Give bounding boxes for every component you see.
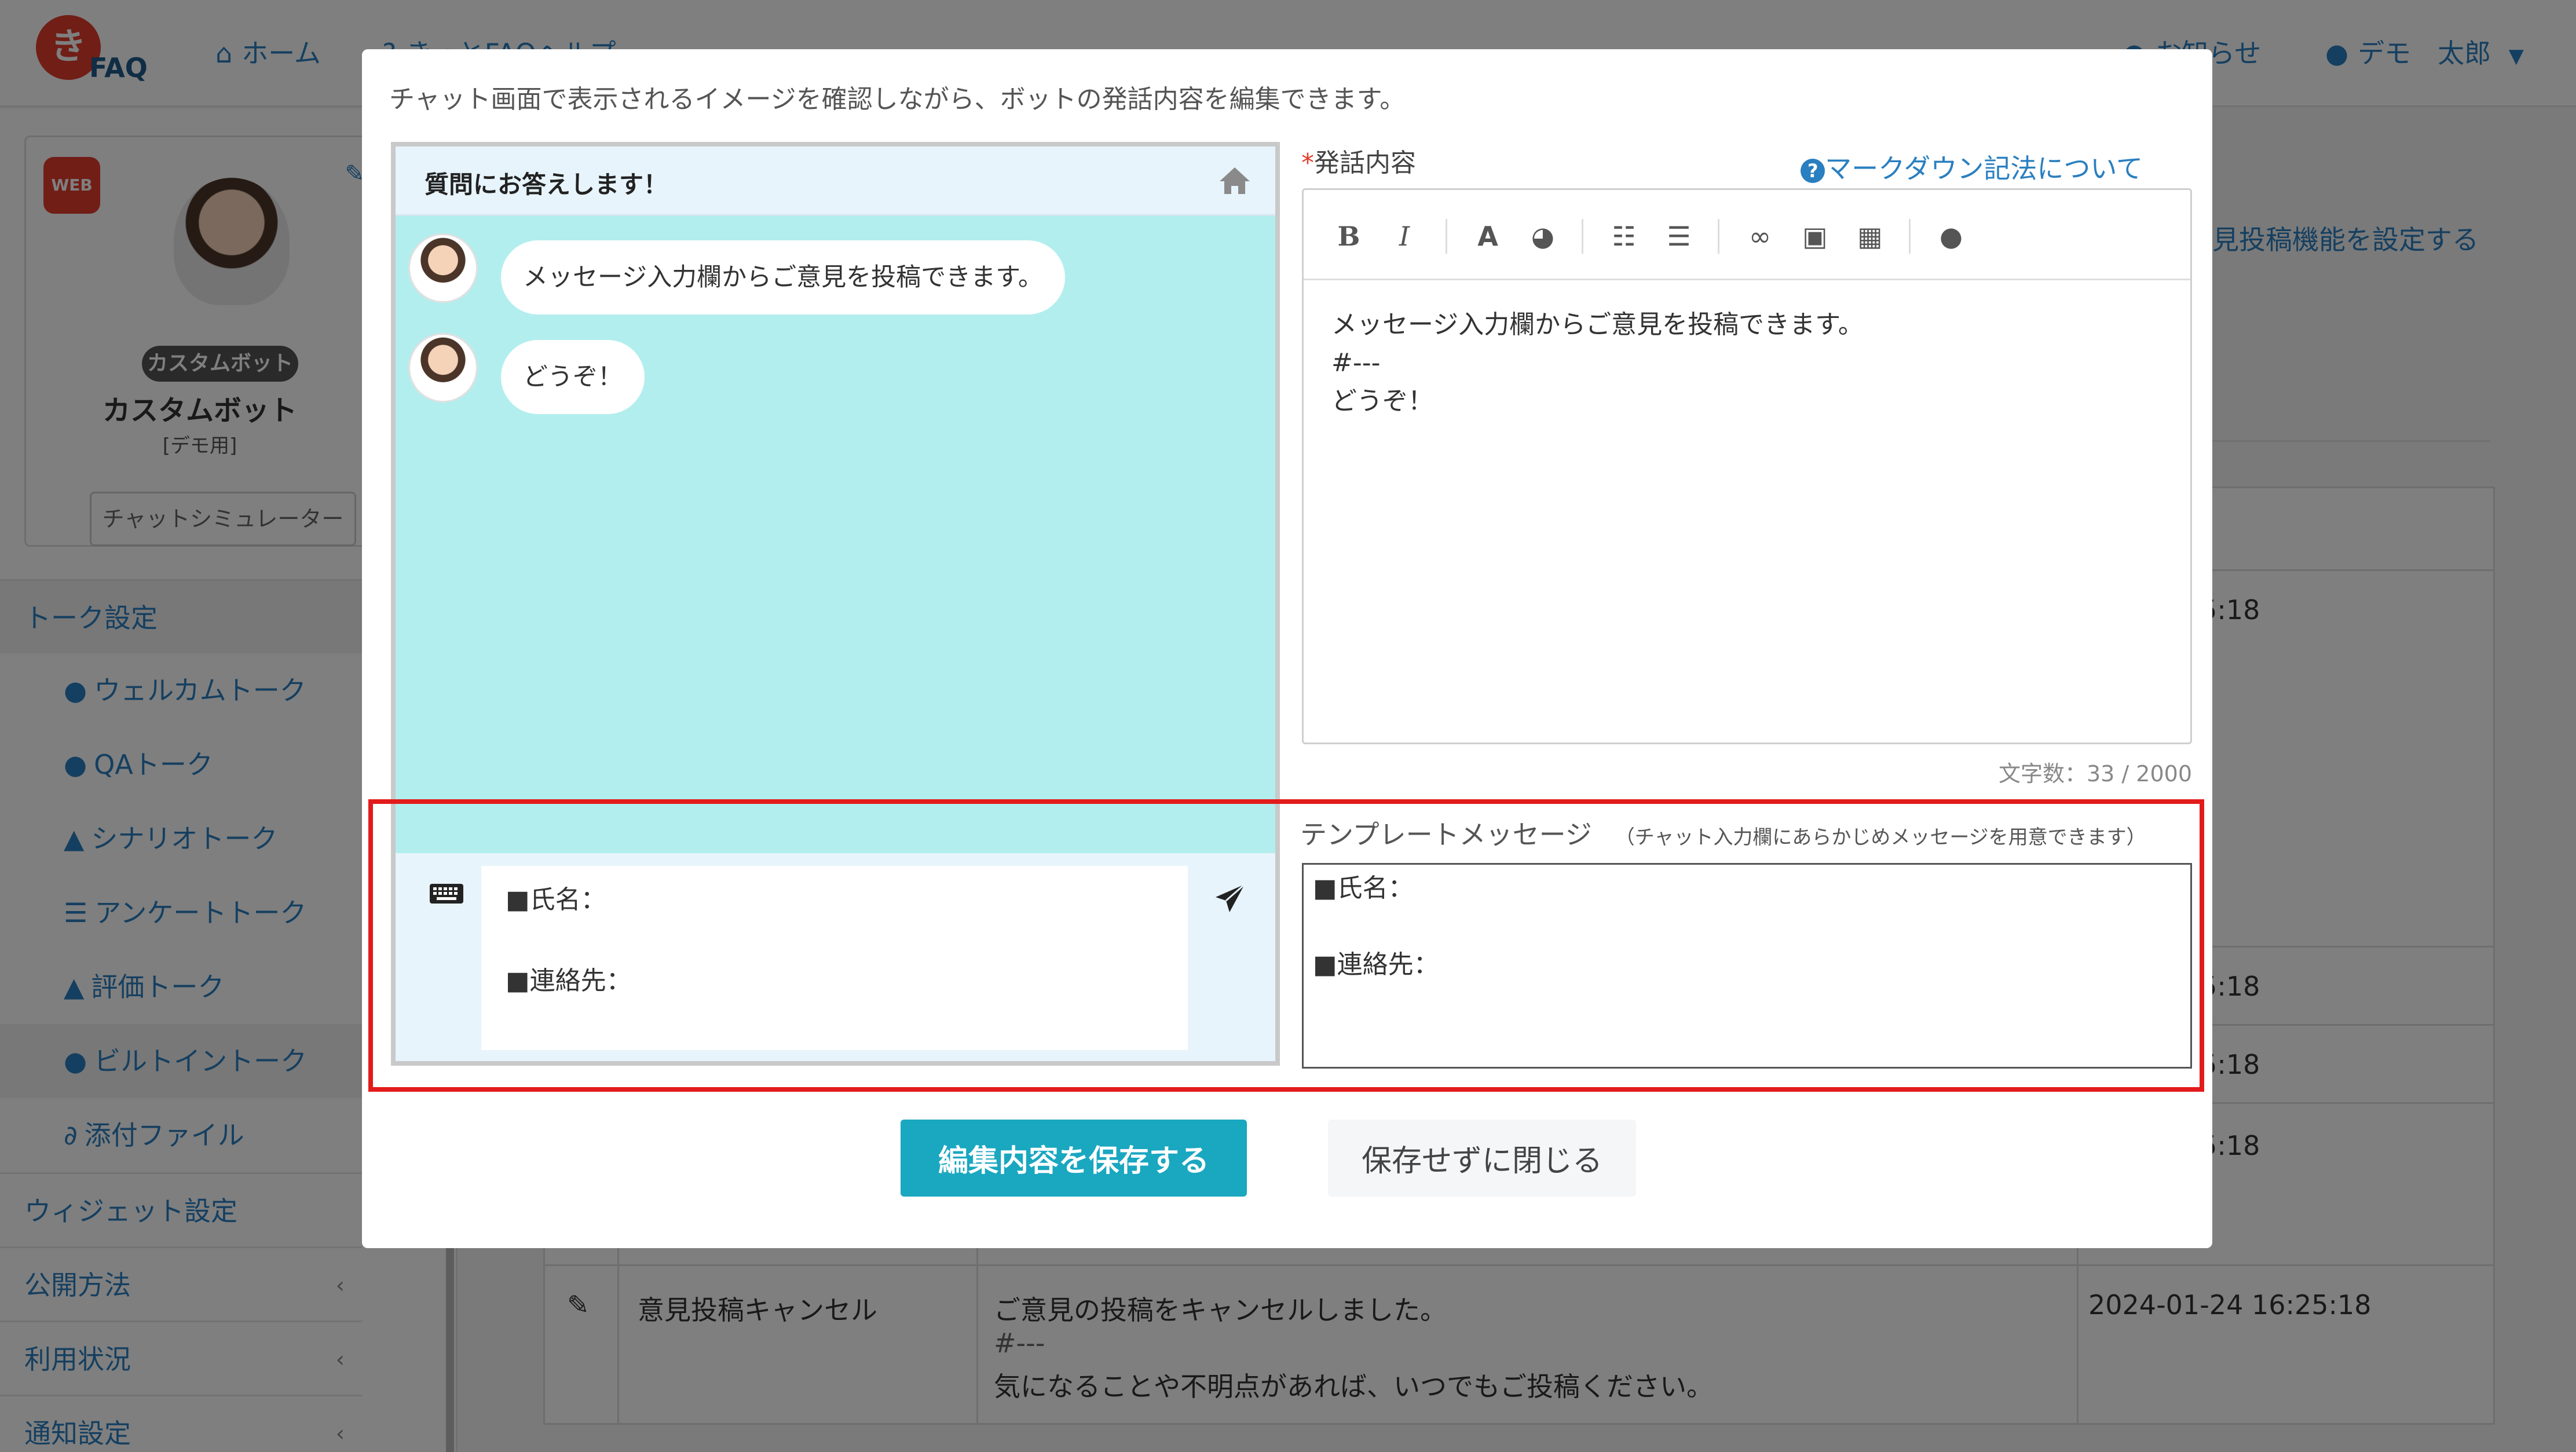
bold-icon[interactable]: B — [1333, 220, 1365, 253]
link-icon[interactable]: ∞ — [1744, 220, 1776, 253]
font-size-icon[interactable]: A — [1472, 220, 1504, 253]
char-count: 文字数：33 / 2000 — [1998, 761, 2192, 787]
chat-message-input[interactable]: ■氏名： ■連絡先： — [481, 866, 1188, 1050]
image-icon[interactable]: ▣ — [1799, 220, 1831, 253]
editor-toolbar: B I A ◕ ☷ ☰ ∞ ▣ ▦ ● — [1304, 190, 2190, 280]
bot-avatar — [408, 333, 478, 403]
bullet-list-icon[interactable]: ☷ — [1608, 220, 1640, 253]
template-message-textarea[interactable]: ■氏名： ■連絡先： — [1302, 863, 2192, 1069]
chat-title: 質問にお答えします！ — [425, 170, 668, 199]
save-button[interactable]: 編集内容を保存する — [901, 1120, 1247, 1197]
markdown-help-link[interactable]: ? マークダウン記法について — [1801, 148, 2143, 186]
modal-description: チャット画面で表示されるイメージを確認しながら、ボットの発話内容を編集できます。 — [389, 85, 1406, 114]
comments-icon[interactable]: ● — [1935, 220, 1967, 253]
send-icon[interactable] — [1213, 882, 1247, 916]
keyboard-icon[interactable] — [429, 882, 464, 905]
message-bubble: メッセージ入力欄からご意見を投稿できます。 — [501, 240, 1065, 314]
bot-avatar — [408, 233, 478, 303]
numbered-list-icon[interactable]: ☰ — [1663, 220, 1695, 253]
chat-preview: 質問にお答えします！ メッセージ入力欄からご意見を投稿できます。 どうぞ！ ■氏… — [391, 142, 1280, 1066]
palette-icon[interactable]: ◕ — [1527, 220, 1559, 253]
markdown-editor[interactable]: B I A ◕ ☷ ☰ ∞ ▣ ▦ ● メッセージ入力欄からご意見を投稿できます… — [1302, 188, 2192, 744]
italic-icon[interactable]: I — [1388, 220, 1421, 253]
home-icon[interactable] — [1217, 164, 1252, 196]
edit-utterance-modal: チャット画面で表示されるイメージを確認しながら、ボットの発話内容を編集できます。… — [362, 49, 2212, 1248]
template-note: （チャット入力欄にあらかじめメッセージを用意できます） — [1615, 826, 2146, 849]
editor-content[interactable]: メッセージ入力欄からご意見を投稿できます。 #--- どうぞ！ — [1331, 306, 1864, 420]
chat-input-area: ■氏名： ■連絡先： — [396, 853, 1275, 1061]
close-without-saving-button[interactable]: 保存せずに閉じる — [1328, 1120, 1636, 1197]
message-bubble: どうぞ！ — [501, 340, 645, 414]
table-icon[interactable]: ▦ — [1854, 220, 1886, 253]
question-circle-icon: ? — [1801, 158, 1825, 183]
chat-header: 質問にお答えします！ — [396, 147, 1275, 216]
utterance-label: *発話内容 — [1301, 148, 1416, 178]
template-label: テンプレートメッセージ （チャット入力欄にあらかじめメッセージを用意できます） — [1300, 819, 2146, 850]
